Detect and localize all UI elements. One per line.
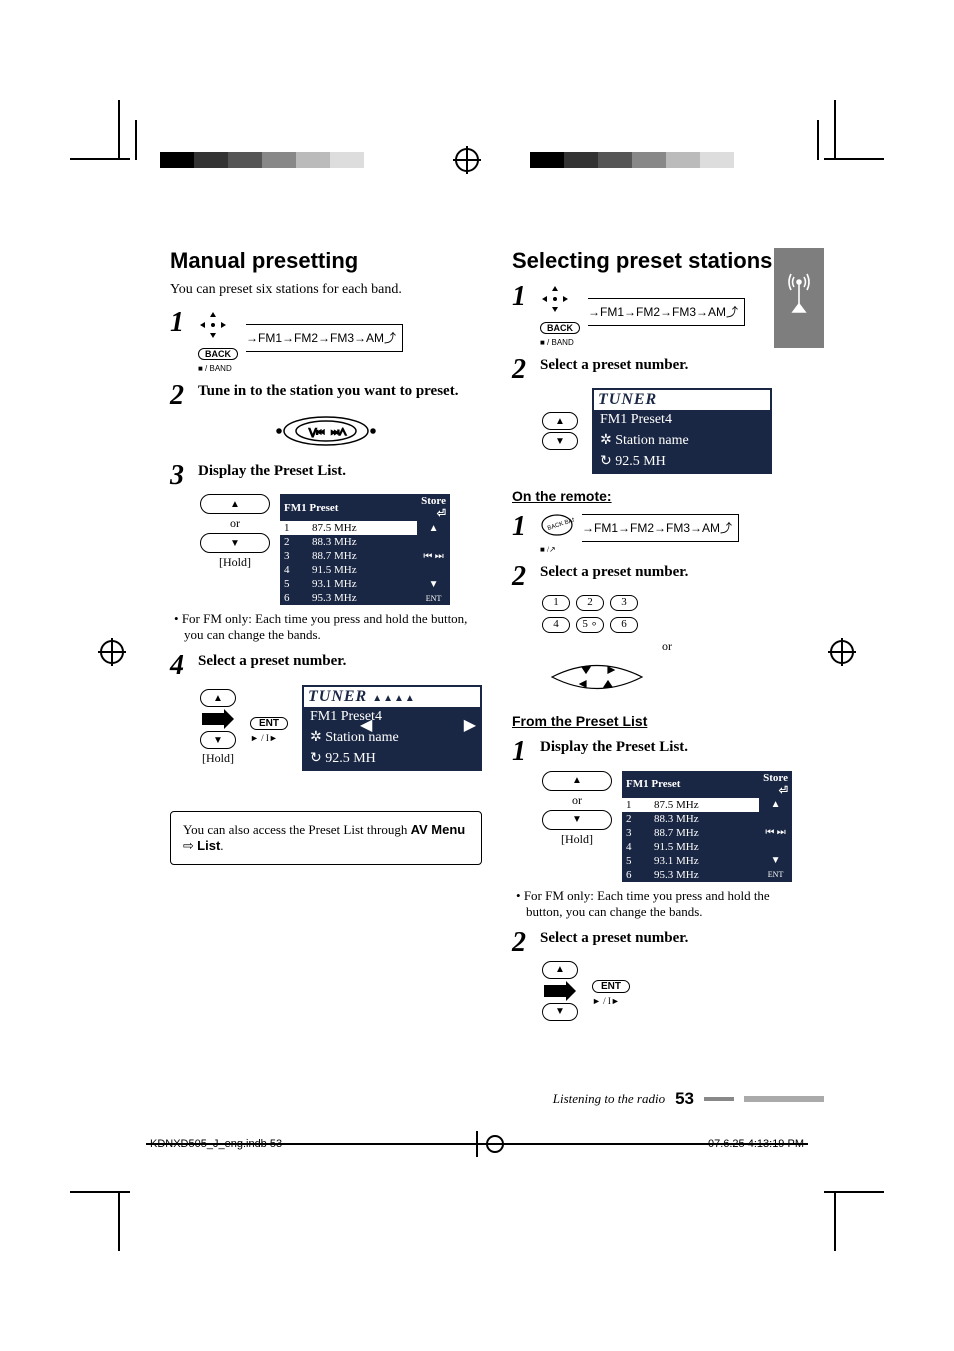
band-sequence: →FM1→FM2→FM3→AM⤴ [246,331,396,345]
hold-label: [Hold] [202,751,234,766]
registration-mark-icon [455,148,479,172]
remote-band-button-icon: BACK BAND [540,514,574,540]
joystick-icon [540,284,570,314]
step-text: Select a preset number. [540,930,792,955]
svg-text:⋁⏮: ⋁⏮ [308,427,324,437]
step-number: 2 [512,357,530,382]
subsection-heading: On the remote: [512,488,792,504]
footer-section-title: Listening to the radio [553,1091,665,1107]
step-text: Display the Preset List. [540,739,792,764]
remote-preset-6[interactable]: 6 [610,617,638,633]
step-number: 2 [512,930,530,955]
hold-label: [Hold] [219,555,251,570]
intro-text: You can preset six stations for each ban… [170,282,482,298]
back-button[interactable]: BACK [540,322,580,334]
band-button-label: ■ / BAND [198,364,238,373]
step-text: Select a preset number. [540,564,792,589]
play-label: ► / I► [592,996,630,1006]
rocker-up-button[interactable]: ▲ [200,494,270,514]
step-number: 1 [512,739,530,764]
step-text: Select a preset number. [540,357,792,382]
tip-box: You can also access the Preset List thro… [170,811,482,865]
step-text: Tune in to the station you want to prese… [198,383,482,408]
tuner-display: TUNER FM1 Preset4 ✲ Station name ↻ 92.5 … [592,388,772,474]
back-button[interactable]: BACK [198,348,238,360]
seek-rocker-icon: ⋁⏮ ⏭⋀ [271,414,381,448]
preset-list-display: FM1 PresetStore ⏎ 187.5 MHz▲ 288.3 MHz 3… [622,771,792,882]
step-text: Display the Preset List. [198,463,482,488]
band-sequence: →FM1→FM2→FM3→AM⤴ [582,521,732,535]
rocker-down-button[interactable]: ▼ [200,731,236,749]
step-number: 4 [170,653,188,678]
rocker-down-button[interactable]: ▼ [200,533,270,553]
step-number: 3 [170,463,188,488]
remote-preset-2[interactable]: 2 [576,595,604,611]
step-number: 2 [170,383,188,408]
remote-preset-4[interactable]: 4 [542,617,570,633]
remote-preset-5[interactable]: 5 ∘ [576,617,604,633]
rocker-down-button[interactable]: ▼ [542,810,612,830]
print-footer: KDNXD505_J_eng.indb 53 07.6.25 4:13:19 P… [150,1135,804,1153]
manual-presetting-section: Manual presetting You can preset six sta… [170,248,482,1021]
or-label: or [542,639,792,654]
joystick-icon [198,310,228,340]
up-down-rocker: ▲ ▼ [Hold] [200,689,236,766]
cursor-right-icon: ▶ [464,715,476,735]
section-heading: Selecting preset stations [512,248,792,274]
remote-dpad-icon [542,660,652,694]
rocker-up-button[interactable]: ▲ [542,961,578,979]
step-text: Select a preset number. [198,653,482,678]
band-sequence: →FM1→FM2→FM3→AM⤴ [588,305,738,319]
up-down-rocker: ▲ ▼ [542,412,578,450]
hold-label: [Hold] [561,832,593,847]
rocker-down-button[interactable]: ▼ [542,432,578,450]
or-label: or [230,516,240,531]
registration-mark-icon [486,1135,504,1153]
step-number: 2 [512,564,530,589]
registration-mark-icon [100,640,124,664]
play-label: ► / I► [250,733,288,743]
svg-text:⏭⋀: ⏭⋀ [331,427,347,437]
tuner-display: TUNER ▲▲▲▲ FM1 Preset4 ✲ Station name ↻ … [302,685,482,771]
remote-preset-1[interactable]: 1 [542,595,570,611]
fm-note: • For FM only: Each time you press and h… [526,888,792,920]
up-down-rocker: ▲ or ▼ [Hold] [200,494,270,570]
right-arrow-icon [542,981,578,1001]
step-number: 1 [512,514,530,554]
rocker-up-button[interactable]: ▲ [200,689,236,707]
remote-number-buttons: 1 2 3 4 5 ∘ 6 [542,595,792,633]
rocker-up-button[interactable]: ▲ [542,412,578,430]
up-down-rocker: ▲ or ▼ [Hold] [542,771,612,847]
rocker-up-button[interactable]: ▲ [542,771,612,791]
cursor-left-icon: ◀ [360,715,372,735]
or-label: or [572,793,582,808]
ent-button[interactable]: ENT [592,980,630,993]
selecting-preset-section: Selecting preset stations 1 BACK ■ / BAN… [512,248,832,1021]
page-footer: Listening to the radio 53 [170,1089,824,1109]
up-down-rocker: ▲ ▼ [542,961,578,1021]
step-number: 1 [512,284,530,347]
subsection-heading: From the Preset List [512,713,792,729]
ent-button[interactable]: ENT [250,717,288,730]
rocker-down-button[interactable]: ▼ [542,1003,578,1021]
preset-list-display: FM1 PresetStore ⏎ 187.5 MHz▲ 288.3 MHz 3… [280,494,450,605]
page-number: 53 [675,1089,694,1109]
remote-preset-3[interactable]: 3 [610,595,638,611]
step-number: 1 [170,310,188,373]
band-button-label: ■ / BAND [540,338,580,347]
registration-mark-icon [830,640,854,664]
section-heading: Manual presetting [170,248,482,274]
fm-note: • For FM only: Each time you press and h… [184,611,482,643]
right-arrow-icon [200,709,236,729]
